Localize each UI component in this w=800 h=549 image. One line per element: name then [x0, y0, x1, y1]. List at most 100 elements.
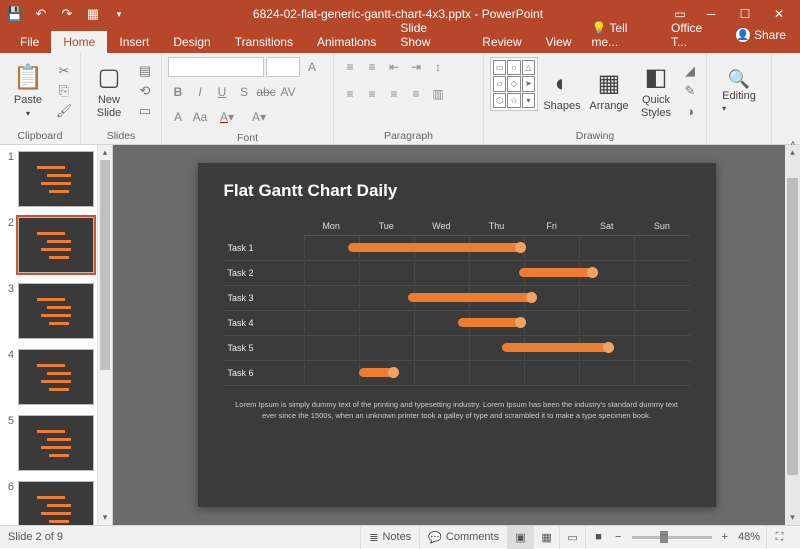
- thumbnail-scrollbar[interactable]: ▴ ▾: [97, 145, 112, 525]
- change-case-icon[interactable]: Aa: [190, 107, 210, 127]
- shape-effects-icon[interactable]: ◑: [680, 102, 700, 120]
- undo-icon[interactable]: ↶: [30, 3, 52, 25]
- gantt-bar[interactable]: [359, 368, 398, 377]
- new-slide-icon: ▢: [98, 63, 121, 92]
- slide-editor[interactable]: Flat Gantt Chart Daily MonTueWedThuFriSa…: [113, 145, 800, 525]
- spacing-icon[interactable]: AV: [278, 82, 298, 102]
- indent-increase-icon[interactable]: ⇥: [406, 57, 426, 77]
- tab-design[interactable]: Design: [161, 31, 222, 53]
- fit-to-window-icon[interactable]: ⛶: [766, 526, 792, 549]
- underline-icon[interactable]: U: [212, 82, 232, 102]
- notes-button[interactable]: ≣Notes: [360, 526, 419, 549]
- editor-scrollbar[interactable]: ▴ ▾: [785, 145, 800, 525]
- numbering-icon[interactable]: ≡: [362, 57, 382, 77]
- comments-button[interactable]: 💬Comments: [419, 526, 507, 549]
- new-slide-button[interactable]: ▢ New Slide: [87, 57, 131, 125]
- slide-thumbnail-1[interactable]: [18, 151, 94, 207]
- line-spacing-icon[interactable]: ↕: [428, 57, 448, 77]
- columns-icon[interactable]: ▥: [428, 84, 448, 104]
- gantt-bar[interactable]: [408, 293, 535, 302]
- format-painter-icon[interactable]: 🖌: [54, 102, 74, 120]
- align-right-icon[interactable]: ≡: [384, 84, 404, 104]
- scrollbar-handle[interactable]: [787, 178, 798, 476]
- align-center-icon[interactable]: ≡: [362, 84, 382, 104]
- tab-review[interactable]: Review: [470, 31, 533, 53]
- office-addin[interactable]: Office T...: [663, 17, 726, 53]
- lightbulb-icon: 💡: [591, 21, 606, 35]
- layout-icon[interactable]: ▤: [135, 62, 155, 80]
- shapes-icon: ◐: [555, 70, 570, 98]
- slide-indicator[interactable]: Slide 2 of 9: [8, 531, 63, 543]
- slide-thumbnail-6[interactable]: [18, 481, 94, 525]
- bold-icon[interactable]: B: [168, 82, 188, 102]
- gantt-bar[interactable]: [502, 343, 612, 352]
- bullets-icon[interactable]: ≡: [340, 57, 360, 77]
- italic-icon[interactable]: I: [190, 82, 210, 102]
- slide-thumbnail-5[interactable]: [18, 415, 94, 471]
- scroll-down-icon[interactable]: ▾: [785, 510, 800, 525]
- gantt-bar[interactable]: [519, 268, 596, 277]
- tab-view[interactable]: View: [534, 31, 584, 53]
- scroll-down-icon[interactable]: ▾: [98, 510, 112, 525]
- gantt-chart[interactable]: MonTueWedThuFriSatSun Task 1 Task 2 Task…: [224, 217, 690, 386]
- slide-thumbnail-4[interactable]: [18, 349, 94, 405]
- share-button[interactable]: 👤Share: [728, 24, 794, 46]
- font-family-select[interactable]: [168, 57, 264, 77]
- reset-icon[interactable]: ⟲: [135, 82, 155, 100]
- shapes-button[interactable]: ◐Shapes: [542, 57, 582, 125]
- strikethrough-icon[interactable]: abc: [256, 82, 276, 102]
- tell-me-search[interactable]: 💡Tell me...: [583, 17, 661, 53]
- shape-outline-icon[interactable]: ✎: [680, 82, 700, 100]
- align-left-icon[interactable]: ≡: [340, 84, 360, 104]
- tab-animations[interactable]: Animations: [305, 31, 388, 53]
- shape-fill-icon[interactable]: ◢: [680, 62, 700, 80]
- slide-title[interactable]: Flat Gantt Chart Daily: [224, 181, 690, 201]
- font-color-icon[interactable]: A▾: [212, 107, 242, 127]
- zoom-in-icon[interactable]: +: [718, 531, 732, 543]
- increase-font-icon[interactable]: A: [302, 57, 322, 77]
- quick-styles-button[interactable]: ◧Quick Styles: [636, 57, 676, 125]
- scrollbar-handle[interactable]: [100, 160, 110, 370]
- gantt-task-label: Task 4: [224, 311, 304, 335]
- slide-footer-text[interactable]: Lorem Ipsum is simply dummy text of the …: [224, 400, 690, 421]
- indent-decrease-icon[interactable]: ⇤: [384, 57, 404, 77]
- group-clipboard: 📋 Paste▾ ✂ ⎘ 🖌 Clipboard: [0, 53, 81, 144]
- normal-view-icon[interactable]: ▣: [507, 526, 533, 549]
- current-slide[interactable]: Flat Gantt Chart Daily MonTueWedThuFriSa…: [198, 163, 716, 507]
- shadow-icon[interactable]: S: [234, 82, 254, 102]
- paste-button[interactable]: 📋 Paste▾: [6, 57, 50, 125]
- font-size-select[interactable]: [266, 57, 300, 77]
- sorter-view-icon[interactable]: ▦: [533, 526, 559, 549]
- gantt-day-header: Wed: [414, 217, 469, 236]
- reading-view-icon[interactable]: ▭: [559, 526, 585, 549]
- highlight-icon[interactable]: A▾: [244, 107, 274, 127]
- redo-icon[interactable]: ↷: [56, 3, 78, 25]
- copy-icon[interactable]: ⎘: [54, 82, 74, 100]
- tab-file[interactable]: File: [8, 31, 51, 53]
- editing-button[interactable]: 🔍 Editing▾: [713, 57, 765, 125]
- justify-icon[interactable]: ≡: [406, 84, 426, 104]
- zoom-level[interactable]: 48%: [732, 531, 766, 543]
- tab-insert[interactable]: Insert: [107, 31, 161, 53]
- section-icon[interactable]: ▭: [135, 102, 155, 120]
- tab-transitions[interactable]: Transitions: [223, 31, 305, 53]
- cut-icon[interactable]: ✂: [54, 62, 74, 80]
- slide-thumbnail-3[interactable]: [18, 283, 94, 339]
- shapes-gallery[interactable]: ▭○△ ▱◇➤ ⬡☆▾: [490, 57, 538, 111]
- clear-format-icon[interactable]: A: [168, 107, 188, 127]
- zoom-out-icon[interactable]: −: [611, 526, 625, 549]
- slideshow-view-icon[interactable]: ■: [585, 526, 611, 549]
- start-from-beginning-icon[interactable]: ▦: [82, 3, 104, 25]
- tab-slideshow[interactable]: Slide Show: [388, 17, 470, 53]
- zoom-slider[interactable]: [632, 536, 712, 539]
- slide-thumbnail-2[interactable]: [18, 217, 94, 273]
- arrange-button[interactable]: ▦Arrange: [586, 57, 632, 125]
- gantt-bar[interactable]: [348, 243, 524, 252]
- scroll-up-icon[interactable]: ▴: [785, 145, 800, 160]
- gantt-bar[interactable]: [458, 318, 524, 327]
- tab-home[interactable]: Home: [51, 31, 107, 53]
- save-icon[interactable]: 💾: [4, 3, 26, 25]
- qat-dropdown-icon[interactable]: ▾: [108, 3, 130, 25]
- thumb-number: 6: [4, 481, 14, 525]
- scroll-up-icon[interactable]: ▴: [98, 145, 112, 160]
